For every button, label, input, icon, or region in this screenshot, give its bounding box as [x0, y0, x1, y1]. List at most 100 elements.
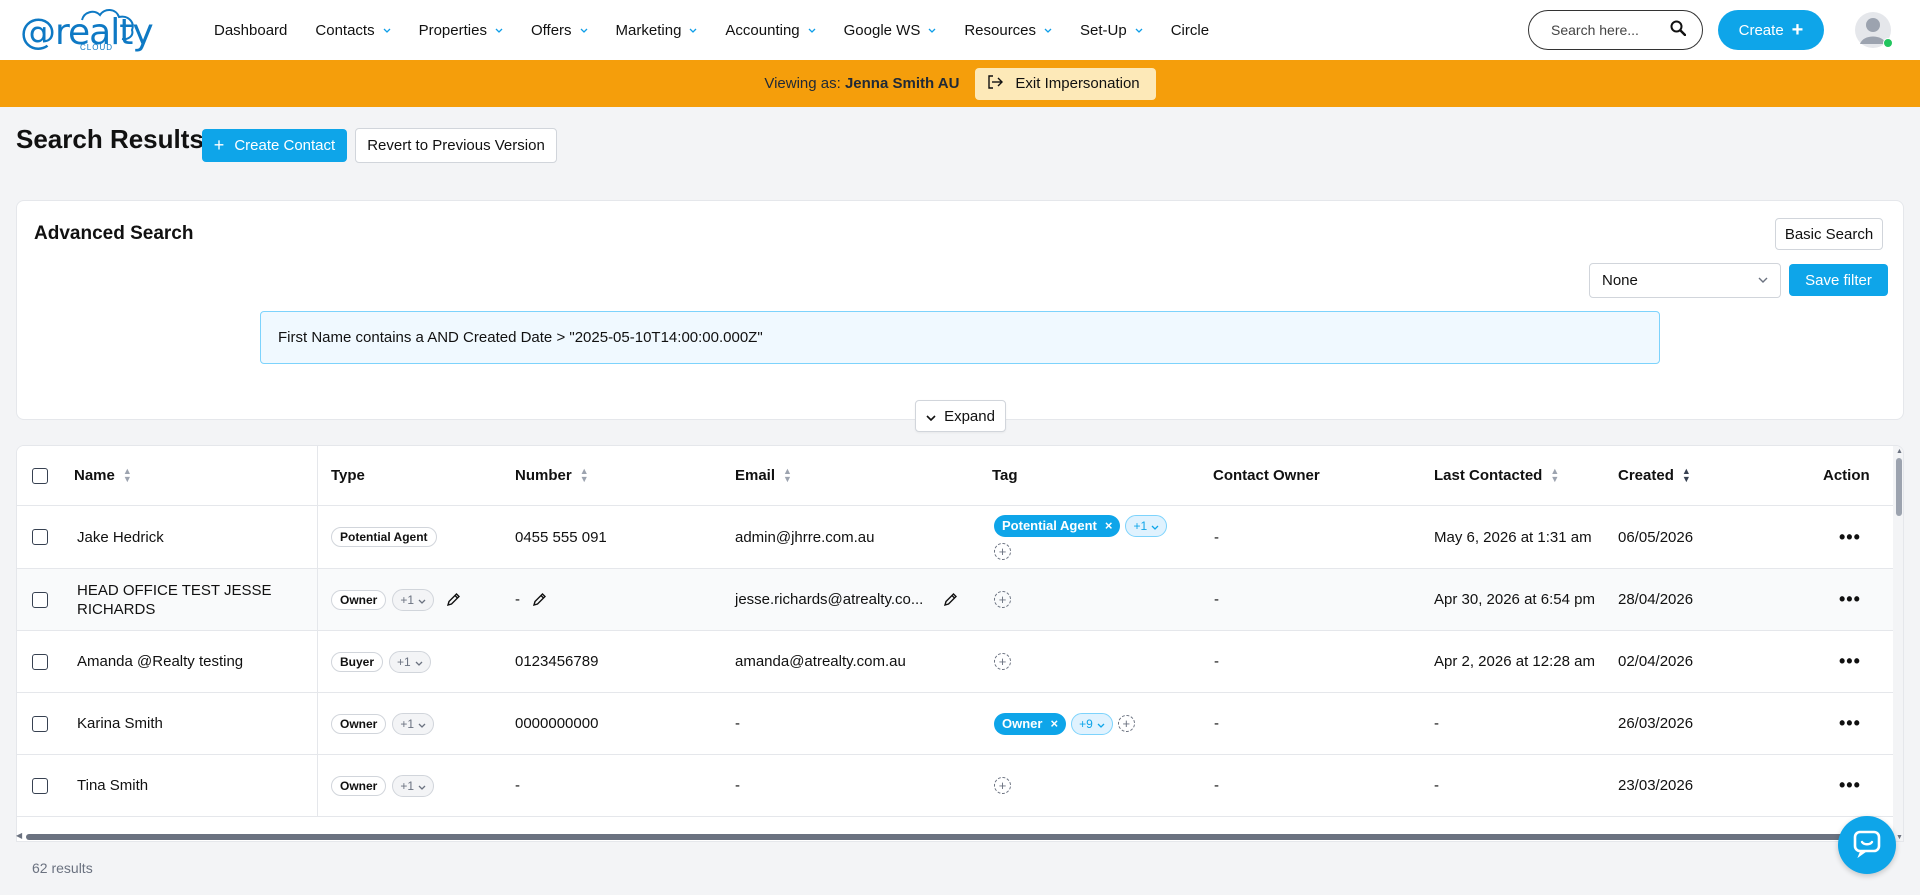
scroll-up-icon[interactable]: ▲ — [1896, 448, 1903, 455]
header-name[interactable]: Name ▲ ▼ — [74, 446, 132, 505]
tag-chip[interactable]: Owner × — [994, 712, 1067, 735]
row-checkbox[interactable] — [32, 777, 48, 794]
close-icon[interactable]: × — [1105, 518, 1113, 533]
close-icon[interactable]: × — [1050, 716, 1058, 731]
expand-button[interactable]: Expand — [915, 400, 1006, 432]
save-filter-button[interactable]: Save filter — [1789, 264, 1888, 296]
exit-impersonation-button[interactable]: Exit Impersonation — [975, 67, 1156, 100]
action-cell: ••• — [1839, 693, 1861, 754]
nav-item-google-ws[interactable]: Google WS — [830, 0, 951, 60]
more-actions-icon[interactable]: ••• — [1839, 589, 1861, 610]
impersonation-bar: Viewing as: Jenna Smith AU Exit Imperson… — [0, 60, 1920, 107]
column-divider — [317, 569, 318, 630]
type-badge: Buyer — [331, 651, 384, 672]
add-tag-icon[interactable]: + — [994, 542, 1011, 560]
contact-email: - — [735, 715, 740, 732]
basic-search-button[interactable]: Basic Search — [1775, 218, 1883, 250]
global-search-input[interactable] — [1551, 22, 1661, 38]
scrollbar-thumb[interactable] — [26, 834, 1881, 840]
header-type: Type — [331, 467, 365, 484]
edit-type-icon[interactable] — [446, 592, 461, 607]
nav-item-offers[interactable]: Offers — [517, 0, 602, 60]
sort-icon: ▲ ▼ — [1550, 466, 1560, 484]
table-row[interactable]: Jake Hedrick Potential Agent 0455 555 091 a… — [17, 506, 1893, 569]
table-row[interactable]: Tina Smith Owner +1 - - + - - 23/03/2026 ••• — [17, 755, 1893, 817]
more-actions-icon[interactable]: ••• — [1839, 651, 1861, 672]
table-row[interactable]: Karina Smith Owner +1 0000000000 - Owner × +9 + -… — [17, 693, 1893, 755]
add-tag-icon[interactable]: + — [994, 777, 1011, 794]
row-checkbox[interactable] — [32, 529, 48, 545]
revert-version-button[interactable]: Revert to Previous Version — [355, 128, 557, 163]
more-actions-icon[interactable]: ••• — [1839, 527, 1861, 548]
nav-item-circle[interactable]: Circle — [1157, 0, 1223, 60]
tag-chip[interactable]: Potential Agent × — [994, 514, 1121, 537]
contact-email: - — [735, 777, 740, 794]
type-more-badge[interactable]: +1 — [392, 588, 435, 611]
edit-email-icon[interactable] — [943, 592, 958, 607]
header-created[interactable]: Created ▲ ▼ — [1618, 446, 1691, 505]
table-header-row: Name ▲ ▼ Type Number ▲ ▼ Email ▲ ▼ Tag Cont… — [17, 446, 1893, 506]
global-create-button[interactable]: Create + — [1718, 10, 1824, 50]
header-number[interactable]: Number ▲ ▼ — [515, 446, 589, 505]
table-row[interactable]: Amanda @Realty testing Buyer +1 0123456789 a… — [17, 631, 1893, 693]
type-more-badge[interactable]: +1 — [392, 774, 435, 797]
header-email[interactable]: Email ▲ ▼ — [735, 446, 792, 505]
add-tag-icon[interactable]: + — [994, 653, 1011, 670]
row-checkbox[interactable] — [32, 715, 48, 732]
horizontal-scrollbar[interactable]: ◀ — [16, 830, 1892, 842]
search-query-box[interactable]: First Name contains a AND Created Date >… — [260, 311, 1660, 364]
table-row[interactable]: HEAD OFFICE TEST JESSE RICHARDS Owner +1 - j… — [17, 569, 1893, 631]
nav-item-dashboard[interactable]: Dashboard — [200, 0, 301, 60]
type-more-badge[interactable]: +1 — [389, 650, 431, 673]
tag-more-badge[interactable]: +1 — [1125, 514, 1168, 537]
contact-name[interactable]: Karina Smith — [77, 693, 302, 754]
edit-number-icon[interactable] — [532, 592, 547, 607]
vertical-scrollbar[interactable]: ▲ ▼ — [1893, 446, 1903, 841]
user-avatar[interactable] — [1855, 12, 1893, 48]
email-cell: admin@jhrre.com.au — [735, 506, 874, 568]
results-count: 62 results — [32, 860, 93, 876]
more-actions-icon[interactable]: ••• — [1839, 775, 1861, 796]
impersonation-text: Viewing as: Jenna Smith AU — [764, 75, 959, 92]
chevron-down-icon — [689, 25, 697, 35]
tag-more-badge[interactable]: +9 — [1071, 712, 1113, 735]
row-checkbox[interactable] — [32, 653, 48, 670]
nav-item-properties[interactable]: Properties — [405, 0, 517, 60]
saved-filter-select[interactable]: None — [1589, 263, 1781, 298]
scrollbar-thumb[interactable] — [1896, 458, 1902, 516]
chevron-down-icon — [808, 25, 816, 35]
nav-item-marketing[interactable]: Marketing — [602, 0, 712, 60]
global-search[interactable] — [1528, 10, 1703, 50]
add-tag-icon[interactable]: + — [994, 591, 1011, 608]
search-icon[interactable] — [1670, 20, 1687, 40]
select-all-checkbox[interactable] — [32, 467, 48, 484]
tag-cell: + — [994, 569, 1011, 630]
header-last-contacted[interactable]: Last Contacted ▲ ▼ — [1434, 446, 1559, 505]
chevron-down-icon — [1151, 519, 1159, 533]
type-cell: Potential Agent — [331, 506, 437, 568]
nav-item-resources[interactable]: Resources — [950, 0, 1066, 60]
contact-name[interactable]: Amanda @Realty testing — [77, 631, 302, 692]
scroll-down-icon[interactable]: ▼ — [1896, 834, 1903, 841]
created-date: 26/03/2026 — [1618, 715, 1694, 732]
contact-name[interactable]: Jake Hedrick — [77, 506, 302, 568]
type-more-badge[interactable]: +1 — [392, 712, 435, 735]
type-more-count: +1 — [397, 654, 411, 669]
contact-name[interactable]: Tina Smith — [77, 755, 302, 816]
nav-item-contacts[interactable]: Contacts — [301, 0, 404, 60]
nav-item-set-up[interactable]: Set-Up — [1066, 0, 1157, 60]
tag-label: Potential Agent — [1002, 518, 1097, 533]
chevron-down-icon — [1044, 25, 1052, 35]
row-checkbox[interactable] — [32, 591, 48, 608]
contact-name[interactable]: HEAD OFFICE TEST JESSE RICHARDS — [77, 569, 302, 630]
more-actions-icon[interactable]: ••• — [1839, 713, 1861, 734]
add-tag-icon[interactable]: + — [1117, 715, 1135, 732]
help-chat-button[interactable] — [1838, 816, 1896, 874]
contact-owner: - — [1214, 715, 1219, 732]
nav-item-accounting[interactable]: Accounting — [711, 0, 829, 60]
realty-cloud-logo[interactable]: @realty CLOUD — [20, 6, 154, 54]
create-contact-button[interactable]: + Create Contact — [202, 129, 347, 162]
column-divider — [317, 755, 318, 816]
type-more-count: +1 — [400, 778, 415, 793]
scroll-left-icon[interactable]: ◀ — [16, 831, 22, 840]
